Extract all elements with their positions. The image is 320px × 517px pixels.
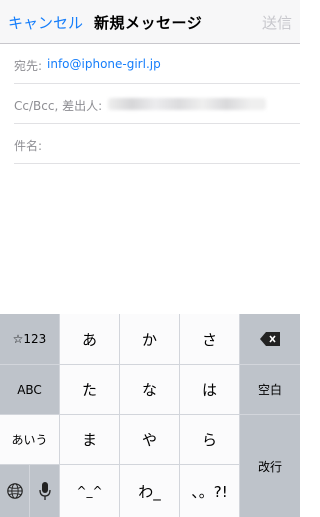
microphone-icon <box>38 481 51 501</box>
kana-key-na[interactable]: な <box>120 365 179 414</box>
to-label: 宛先: <box>14 59 43 73</box>
cancel-button[interactable]: キャンセル <box>8 12 83 33</box>
hiragana-mode-key[interactable]: あいう <box>0 415 59 464</box>
kana-key-ya[interactable]: や <box>120 415 179 464</box>
to-field[interactable]: 宛先: info@iphone-girl.jp <box>14 44 300 84</box>
kana-key-ma[interactable]: ま <box>60 415 119 464</box>
delete-backspace-icon <box>259 331 281 347</box>
kana-key-ka[interactable]: か <box>120 314 179 364</box>
to-recipient[interactable]: info@iphone-girl.jp <box>47 57 161 71</box>
space-key[interactable]: 空白 <box>240 365 300 414</box>
delete-key[interactable] <box>240 314 300 364</box>
page-title: 新規メッセージ <box>94 14 203 32</box>
message-body[interactable] <box>0 164 300 314</box>
kana-key-ha[interactable]: は <box>180 365 239 414</box>
emoticon-key[interactable]: ^_^ <box>60 465 119 517</box>
return-key[interactable]: 改行 <box>240 415 300 517</box>
japanese-kana-keyboard: ☆123 ABC あいう あ か さ た な は ま や ら ^_^ わ_ 、。… <box>0 314 300 517</box>
subject-label: 件名: <box>14 139 43 153</box>
globe-key[interactable] <box>0 465 29 517</box>
send-button[interactable]: 送信 <box>262 12 292 33</box>
cc-bcc-field[interactable]: Cc/Bcc, 差出人: <box>14 84 300 124</box>
kana-key-ta[interactable]: た <box>60 365 119 414</box>
microphone-key[interactable] <box>30 465 59 517</box>
punctuation-key[interactable]: 、。?! <box>180 465 239 517</box>
navigation-bar: キャンセル 新規メッセージ 送信 <box>0 0 300 44</box>
kana-key-sa[interactable]: さ <box>180 314 239 364</box>
globe-icon <box>6 482 24 500</box>
sender-address-redacted <box>108 98 266 110</box>
kana-key-a[interactable]: あ <box>60 314 119 364</box>
abc-key[interactable]: ABC <box>0 365 59 414</box>
kana-key-ra[interactable]: ら <box>180 415 239 464</box>
kana-key-wa[interactable]: わ_ <box>120 465 179 517</box>
subject-field[interactable]: 件名: <box>14 124 300 164</box>
numbers-key[interactable]: ☆123 <box>0 314 59 364</box>
cc-bcc-label: Cc/Bcc, 差出人: <box>14 99 103 113</box>
